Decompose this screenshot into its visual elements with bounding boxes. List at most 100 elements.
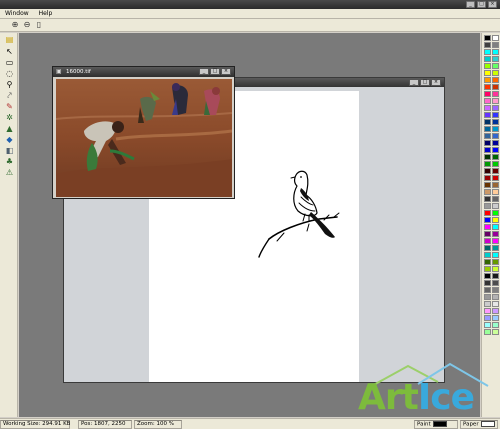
palette-swatch[interactable]	[492, 77, 499, 83]
status-paint[interactable]: Paint	[414, 419, 458, 429]
doc-minimize-button[interactable]: _	[409, 79, 419, 86]
palette-swatch[interactable]	[492, 322, 499, 328]
maximize-button[interactable]: □	[477, 1, 486, 8]
palette-swatch[interactable]	[484, 126, 491, 132]
layer-icon[interactable]: ▤	[4, 35, 15, 45]
palette-swatch[interactable]	[484, 273, 491, 279]
palette-swatch[interactable]	[484, 147, 491, 153]
palette-swatch[interactable]	[484, 245, 491, 251]
palette-swatch[interactable]	[484, 119, 491, 125]
palette-swatch[interactable]	[492, 259, 499, 265]
palette-swatch[interactable]	[484, 294, 491, 300]
palette-swatch[interactable]	[492, 147, 499, 153]
palette-swatch[interactable]	[484, 77, 491, 83]
palette-swatch[interactable]	[492, 273, 499, 279]
zoom-out-icon[interactable]: ⊖	[22, 20, 32, 30]
palette-swatch[interactable]	[492, 329, 499, 335]
palette-swatch[interactable]	[484, 168, 491, 174]
palette-swatch[interactable]	[492, 140, 499, 146]
doc-maximize-button[interactable]: □	[420, 79, 430, 86]
photo-field-workers[interactable]	[56, 79, 232, 197]
palette-swatch[interactable]	[484, 308, 491, 314]
palette-swatch[interactable]	[492, 56, 499, 62]
lasso-icon[interactable]: ◌	[4, 69, 15, 79]
palette-swatch[interactable]	[484, 196, 491, 202]
palette-swatch[interactable]	[484, 84, 491, 90]
close-button[interactable]: ×	[488, 1, 497, 8]
palette-swatch[interactable]	[492, 133, 499, 139]
palette-swatch[interactable]	[492, 168, 499, 174]
img-maximize-button[interactable]: □	[210, 68, 220, 75]
palette-swatch[interactable]	[484, 224, 491, 230]
select-arrow-icon[interactable]: ↖	[4, 47, 15, 57]
palette-swatch[interactable]	[492, 217, 499, 223]
palette-swatch[interactable]	[484, 210, 491, 216]
palette-swatch[interactable]	[492, 105, 499, 111]
text-icon[interactable]: ♣	[4, 157, 15, 167]
palette-swatch[interactable]	[484, 252, 491, 258]
palette-swatch[interactable]	[492, 175, 499, 181]
palette-swatch[interactable]	[492, 315, 499, 321]
palette-swatch[interactable]	[484, 189, 491, 195]
palette-swatch[interactable]	[492, 266, 499, 272]
palette-swatch[interactable]	[484, 154, 491, 160]
palette-swatch[interactable]	[492, 189, 499, 195]
palette-swatch[interactable]	[492, 42, 499, 48]
palette-swatch[interactable]	[492, 245, 499, 251]
palette-swatch[interactable]	[492, 301, 499, 307]
palette-swatch[interactable]	[484, 175, 491, 181]
palette-swatch[interactable]	[484, 140, 491, 146]
palette-swatch[interactable]	[492, 224, 499, 230]
palette-swatch[interactable]	[484, 259, 491, 265]
img-close-button[interactable]: ×	[221, 68, 231, 75]
palette-swatch[interactable]	[492, 203, 499, 209]
palette-swatch[interactable]	[484, 35, 491, 41]
palette-swatch[interactable]	[484, 329, 491, 335]
palette-swatch[interactable]	[484, 98, 491, 104]
palette-swatch[interactable]	[484, 56, 491, 62]
minimize-button[interactable]: _	[466, 1, 475, 8]
palette-swatch[interactable]	[484, 301, 491, 307]
palette-swatch[interactable]	[484, 182, 491, 188]
palette-swatch[interactable]	[492, 63, 499, 69]
palette-swatch[interactable]	[484, 42, 491, 48]
palette-swatch[interactable]	[484, 315, 491, 321]
palette-swatch[interactable]	[484, 91, 491, 97]
palette-swatch[interactable]	[484, 280, 491, 286]
eyedropper-icon[interactable]: ⤤	[4, 91, 15, 101]
palette-swatch[interactable]	[492, 35, 499, 41]
palette-swatch[interactable]	[484, 161, 491, 167]
palette-swatch[interactable]	[484, 49, 491, 55]
palette-swatch[interactable]	[484, 231, 491, 237]
palette-swatch[interactable]	[484, 238, 491, 244]
palette-swatch[interactable]	[492, 126, 499, 132]
fill-bucket-icon[interactable]: ◆	[4, 135, 15, 145]
img-minimize-button[interactable]: _	[199, 68, 209, 75]
palette-swatch[interactable]	[492, 84, 499, 90]
eraser-icon[interactable]: ◧	[4, 146, 15, 156]
palette-swatch[interactable]	[484, 217, 491, 223]
palette-swatch[interactable]	[492, 238, 499, 244]
page-icon[interactable]: ▯	[34, 20, 44, 30]
palette-swatch[interactable]	[492, 112, 499, 118]
palette-swatch[interactable]	[492, 119, 499, 125]
palette-swatch[interactable]	[492, 231, 499, 237]
zoom-tool-icon[interactable]: ⚲	[4, 80, 15, 90]
palette-swatch[interactable]	[492, 252, 499, 258]
palette-swatch[interactable]	[484, 266, 491, 272]
palette-swatch[interactable]	[492, 91, 499, 97]
palette-swatch[interactable]	[492, 210, 499, 216]
menu-help[interactable]: Help	[34, 9, 58, 19]
palette-swatch[interactable]	[484, 203, 491, 209]
brush-icon[interactable]: ✎	[4, 102, 15, 112]
palette-swatch[interactable]	[484, 287, 491, 293]
palette-swatch[interactable]	[484, 322, 491, 328]
doc-close-button[interactable]: ×	[431, 79, 441, 86]
palette-swatch[interactable]	[484, 133, 491, 139]
palette-swatch[interactable]	[492, 182, 499, 188]
palette-swatch[interactable]	[492, 280, 499, 286]
palette-swatch[interactable]	[484, 105, 491, 111]
stamp-icon[interactable]: ▲	[4, 124, 15, 134]
palette-swatch[interactable]	[492, 294, 499, 300]
rect-select-icon[interactable]: ▭	[4, 58, 15, 68]
